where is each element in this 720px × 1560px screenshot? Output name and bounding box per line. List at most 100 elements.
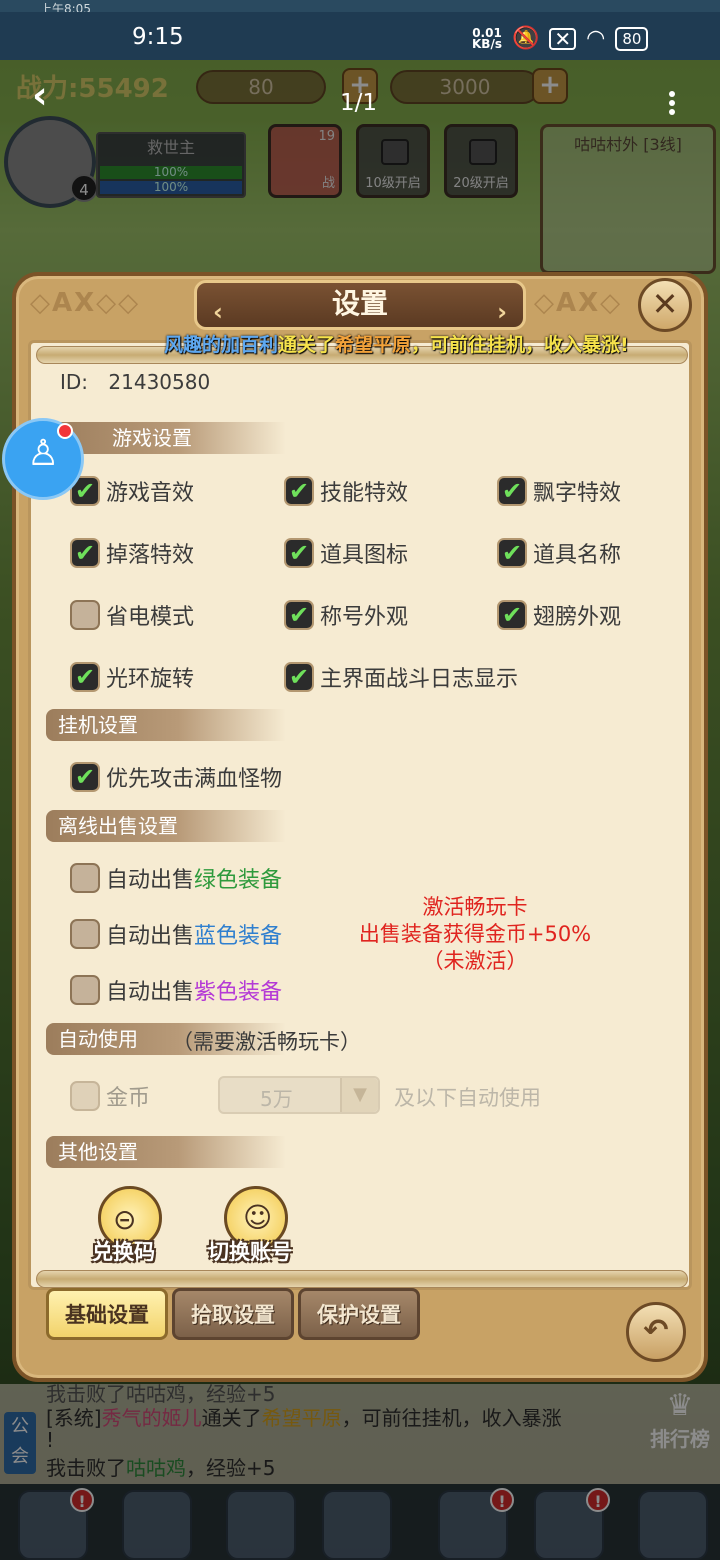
option-title-look[interactable]: ✔ 称号外观 <box>284 599 408 631</box>
wifi-icon: ◠ <box>586 26 606 51</box>
option-sell-green[interactable]: 自动出售 绿色装备 <box>70 862 282 894</box>
tab-pickup-settings[interactable]: 拾取设置 <box>172 1288 294 1340</box>
checkbox-unchecked-icon <box>70 600 100 630</box>
option-halo-rotate[interactable]: ✔ 光环旋转 <box>70 661 194 693</box>
page-counter: 1/1 <box>340 90 378 116</box>
close-button[interactable]: ✕ <box>638 278 692 332</box>
gear-color-label: 紫色装备 <box>194 980 283 1005</box>
auto-use-note: （需要激活畅玩卡） <box>172 1030 361 1054</box>
option-sound[interactable]: ✔ 游戏音效 <box>70 475 194 507</box>
option-label: 金币 <box>106 1086 151 1111</box>
sim-off-icon: ✕ <box>549 27 577 50</box>
option-power-save[interactable]: 省电模式 <box>70 599 194 631</box>
checkbox-unchecked-icon <box>70 863 100 893</box>
checkbox-checked-icon: ✔ <box>70 662 100 692</box>
battery-icon: 80 <box>615 26 649 51</box>
close-icon: ✕ <box>651 285 679 323</box>
dialog-title: 设置 <box>331 287 388 320</box>
switch-account-label: 切换账号 <box>208 1240 292 1264</box>
top-strip: 上午8:05 <box>0 0 720 12</box>
announcement-marquee: 风趣的加百利通关了希望平原，可前往挂机，收入暴涨! <box>164 330 720 360</box>
marquee-player: 风趣的加百利 <box>164 334 279 356</box>
option-drop-fx[interactable]: ✔ 掉落特效 <box>70 537 194 569</box>
section-other: 其他设置 <box>46 1136 286 1168</box>
switch-user-icon: ☺ <box>243 1201 273 1234</box>
option-label: 主界面战斗日志显示 <box>320 667 519 692</box>
scroll-rod-bottom <box>36 1270 688 1288</box>
option-label: 道具图标 <box>320 543 409 568</box>
checkbox-checked-icon: ✔ <box>70 762 100 792</box>
option-label: 掉落特效 <box>106 543 195 568</box>
option-label: 道具名称 <box>533 543 622 568</box>
option-attack-full-hp[interactable]: ✔ 优先攻击满血怪物 <box>70 761 282 793</box>
undo-arrow-icon: ↶ <box>643 1313 669 1348</box>
promo-line: 出售装备获得金币+50% <box>358 922 592 946</box>
status-bar: 9:15 0.01 KB/s 🔕 ✕ ◠ 80 <box>0 12 720 60</box>
gear-color-label: 绿色装备 <box>194 868 283 893</box>
option-item-icon[interactable]: ✔ 道具图标 <box>284 537 408 569</box>
amount-select[interactable]: 5万 ▼ <box>218 1076 380 1114</box>
checkbox-checked-icon: ✔ <box>284 538 314 568</box>
marquee-place: 希望平原 <box>335 334 412 356</box>
gear-color-label: 蓝色装备 <box>194 924 283 949</box>
marquee-text: 通关了 <box>278 334 336 356</box>
option-label: 称号外观 <box>320 605 409 630</box>
promo-line: 激活畅玩卡 <box>422 895 528 919</box>
option-label: 技能特效 <box>320 481 409 506</box>
option-item-name[interactable]: ✔ 道具名称 <box>497 537 621 569</box>
ornament-left-icon: ‹ <box>213 298 223 326</box>
tab-basic-settings[interactable]: 基础设置 <box>46 1288 168 1340</box>
id-value: 21430580 <box>108 370 211 394</box>
option-sell-blue[interactable]: 自动出售 蓝色装备 <box>70 918 282 950</box>
checkbox-unchecked-icon <box>70 975 100 1005</box>
player-id-row: ID: 21430580 <box>60 370 210 394</box>
option-label: 自动出售 <box>106 924 195 949</box>
dialog-title-banner: ‹ 设置 › <box>194 280 526 330</box>
redeem-code-label: 兑换码 <box>92 1240 155 1264</box>
mute-icon: 🔕 <box>511 26 540 51</box>
checkbox-checked-icon: ✔ <box>497 476 527 506</box>
auto-use-suffix: 及以下自动使用 <box>394 1086 541 1110</box>
more-options-icon[interactable] <box>664 88 680 122</box>
chevron-down-icon: ▼ <box>340 1078 378 1112</box>
option-label: 飘字特效 <box>533 481 622 506</box>
status-icons: 0.01 KB/s 🔕 ✕ ◠ 80 <box>472 26 649 51</box>
option-label: 游戏音效 <box>106 481 195 506</box>
marquee-text: ，可前往挂机，收入暴涨! <box>411 334 629 356</box>
option-label: 自动出售 <box>106 868 195 893</box>
net-speed: 0.01 KB/s <box>472 27 502 51</box>
panel-ornament: ◇AX◇ <box>534 288 623 318</box>
checkbox-checked-icon: ✔ <box>497 600 527 630</box>
checkbox-unchecked-icon <box>70 919 100 949</box>
option-float-text[interactable]: ✔ 飘字特效 <box>497 475 621 507</box>
checkbox-checked-icon: ✔ <box>284 476 314 506</box>
option-wing-look[interactable]: ✔ 翅膀外观 <box>497 599 621 631</box>
floating-user-button[interactable]: ♙ <box>2 418 84 500</box>
panel-ornament: ◇AX◇◇ <box>30 288 141 318</box>
tab-protect-settings[interactable]: 保护设置 <box>298 1288 420 1340</box>
option-sell-purple[interactable]: 自动出售 紫色装备 <box>70 974 282 1006</box>
promo-line: （未激活） <box>422 949 528 973</box>
checkbox-checked-icon: ✔ <box>284 600 314 630</box>
notification-dot <box>57 423 73 439</box>
user-icon: ♙ <box>27 433 60 474</box>
net-speed-unit: KB/s <box>472 36 502 51</box>
option-label: 优先攻击满血怪物 <box>106 767 283 792</box>
amount-value: 5万 <box>260 1087 293 1111</box>
return-button[interactable]: ↶ <box>626 1302 686 1362</box>
back-arrow-icon[interactable]: ‹ <box>32 76 72 118</box>
option-label: 翅膀外观 <box>533 605 622 630</box>
option-auto-use-coin[interactable]: 金币 <box>70 1080 150 1112</box>
option-skill-fx[interactable]: ✔ 技能特效 <box>284 475 408 507</box>
checkbox-unchecked-icon <box>70 1081 100 1111</box>
section-idle-settings: 挂机设置 <box>46 709 286 741</box>
option-label: 省电模式 <box>106 605 195 630</box>
vip-card-promo[interactable]: 激活畅玩卡 出售装备获得金币+50% （未激活） <box>330 894 620 975</box>
option-label: 光环旋转 <box>106 667 195 692</box>
option-battle-log[interactable]: ✔ 主界面战斗日志显示 <box>284 661 518 693</box>
viewer-toolbar: ‹ 1/1 <box>0 60 720 146</box>
option-label: 自动出售 <box>106 980 195 1005</box>
id-label: ID: <box>60 370 89 394</box>
section-offline-sell: 离线出售设置 <box>46 810 286 842</box>
gamepad-icon: ⊝ <box>113 1203 137 1236</box>
